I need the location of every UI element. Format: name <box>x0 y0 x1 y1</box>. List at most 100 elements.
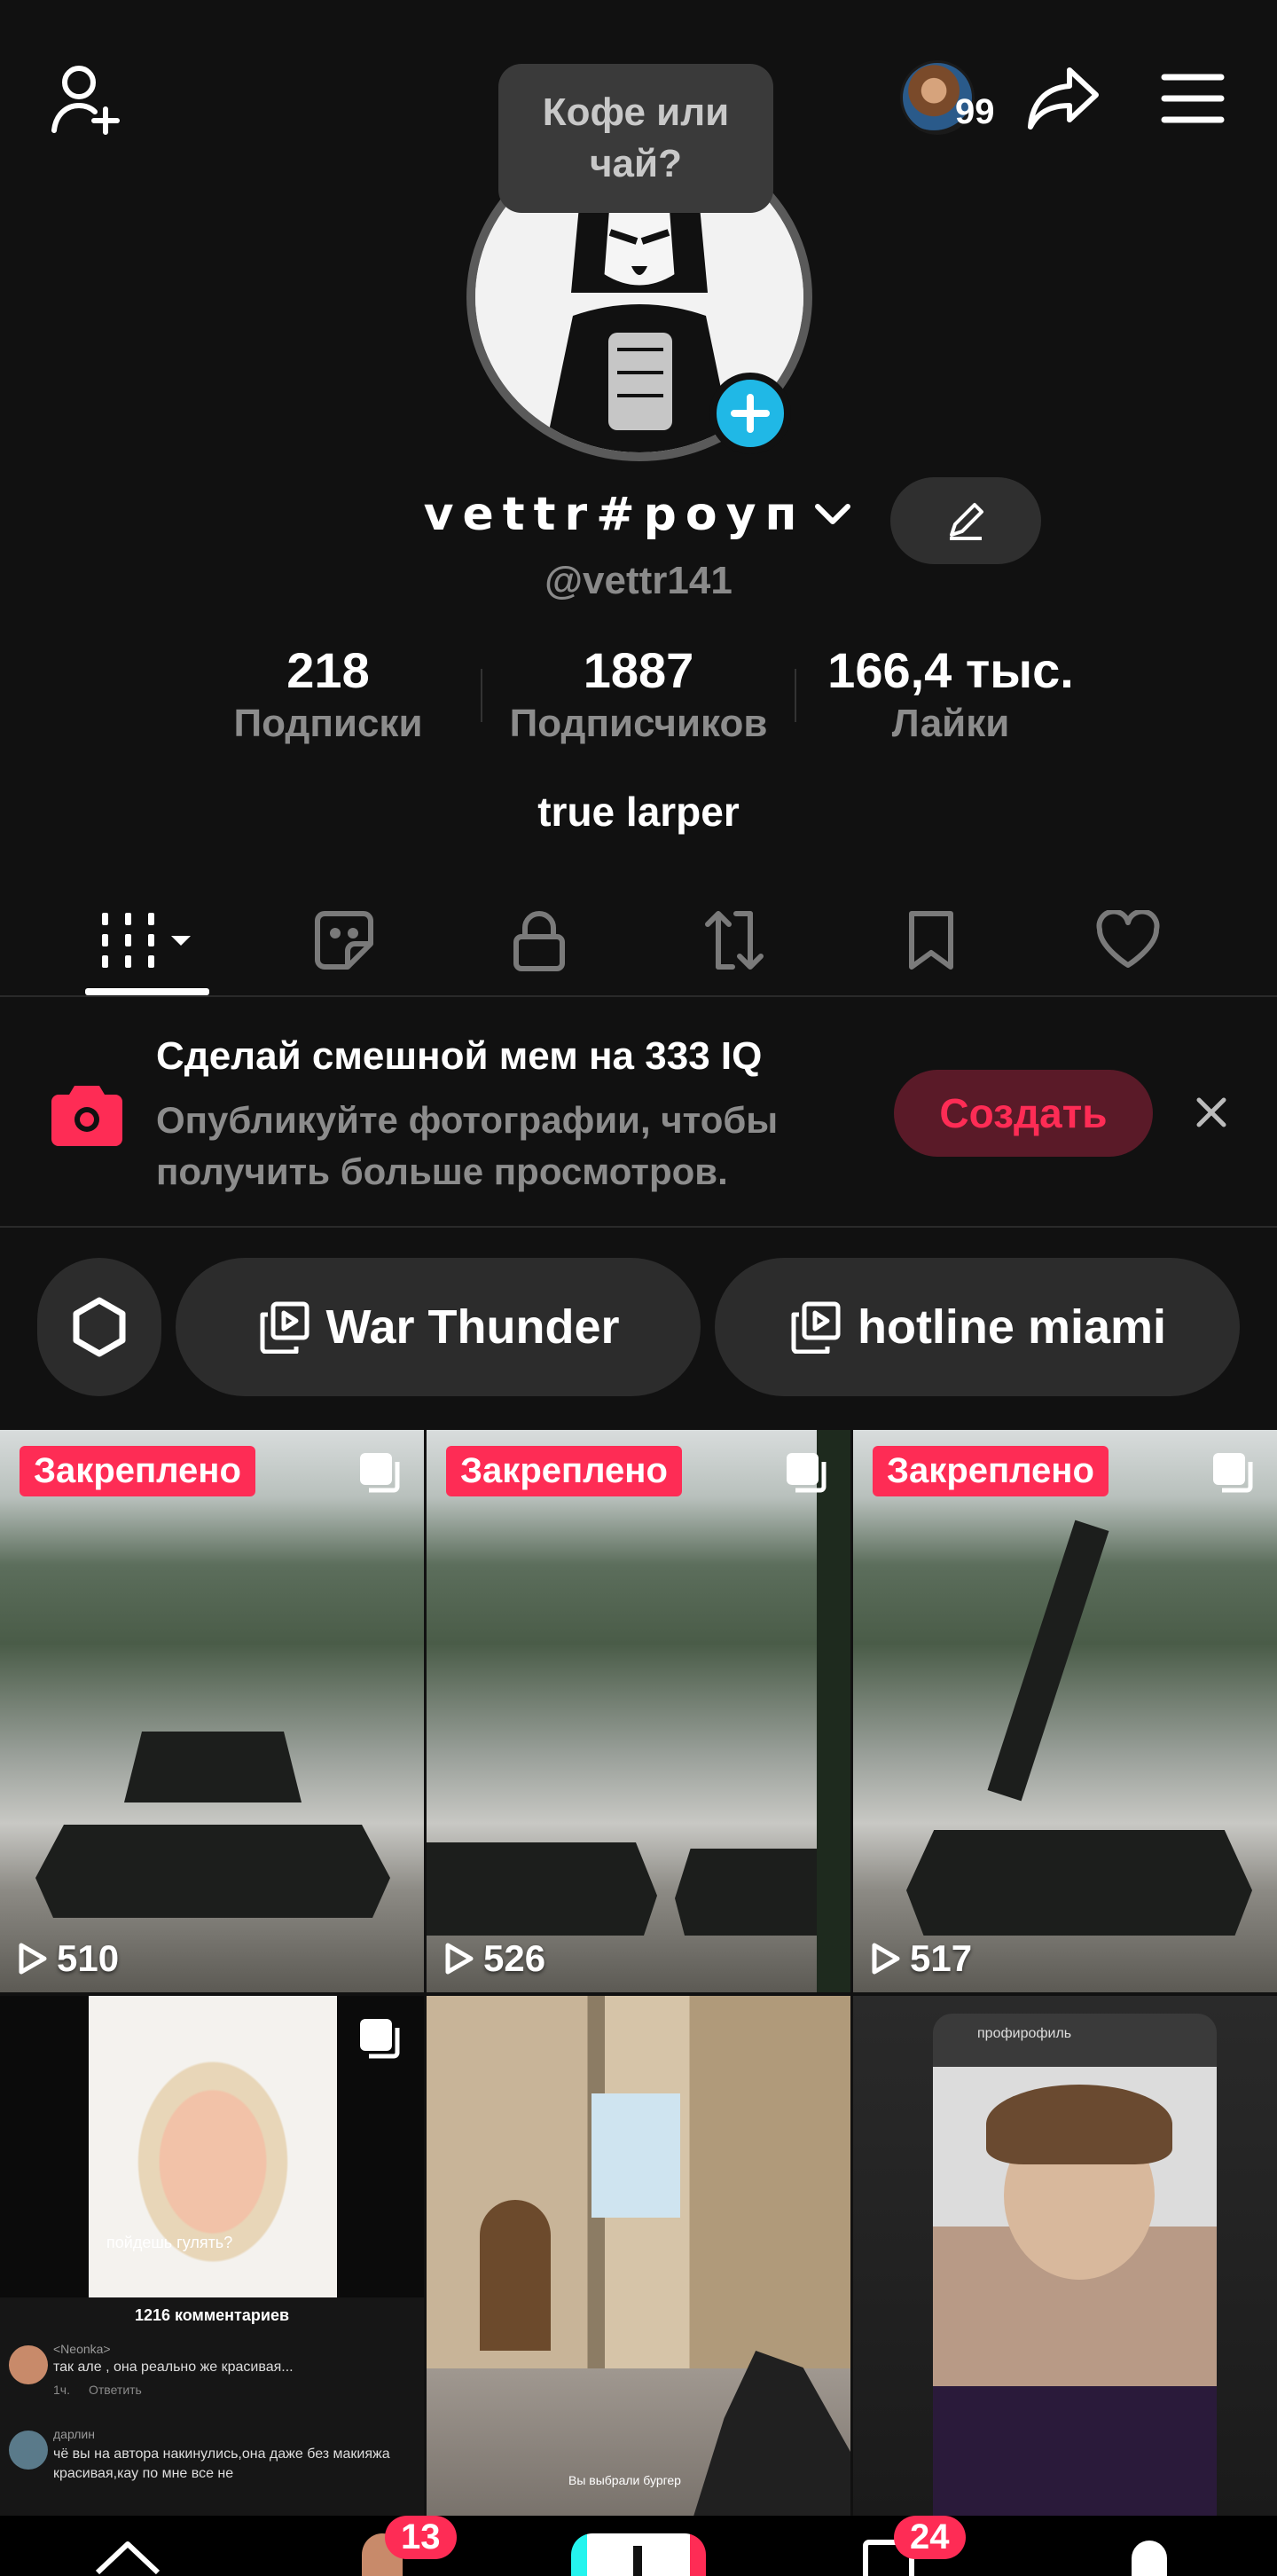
stat-divider <box>481 669 482 722</box>
bookmark-icon <box>909 911 953 970</box>
inbox-badge: 13 <box>385 2516 457 2559</box>
tab-stickers[interactable] <box>273 887 415 993</box>
tank-turret <box>124 1732 302 1802</box>
username-handle: @vettr141 <box>544 559 733 602</box>
sky-area <box>591 2093 680 2218</box>
hair-shape <box>986 2085 1172 2164</box>
pencil-icon <box>950 503 983 540</box>
promo-banner: Сделай смешной мем на 333 IQ Опубликуйте… <box>0 999 1277 1228</box>
promo-subtitle: Опубликуйте фотографии, чтобы получить б… <box>156 1099 779 1192</box>
comments-header: 1216 комментариев <box>134 2306 290 2324</box>
close-icon <box>1196 1097 1226 1127</box>
stat-divider <box>795 669 796 722</box>
playlist-chip[interactable]: hotline miami <box>715 1258 1240 1396</box>
home-icon[interactable] <box>92 2537 163 2576</box>
comment-author: <Neonka> <box>53 2342 111 2356</box>
view-count: 510 <box>18 1937 119 1980</box>
menu-button[interactable] <box>1153 59 1233 138</box>
plus-icon <box>633 2546 642 2576</box>
playlist-chip[interactable]: War Thunder <box>176 1258 701 1396</box>
video-tile[interactable]: Закреплено 526 <box>427 1430 850 1992</box>
share-icon <box>1028 67 1099 130</box>
repost-icon <box>705 911 764 970</box>
pinned-badge: Закреплено <box>20 1446 255 1496</box>
tab-favorites[interactable] <box>860 887 1002 993</box>
chevron-down-icon <box>815 504 851 524</box>
comment-time: 1ч. <box>53 2383 70 2397</box>
multi-photo-icon <box>360 1453 400 1493</box>
video-caption: пойдешь гулять? <box>106 2234 233 2251</box>
comments-overlay: 1216 комментариев <Neonka> так але , она… <box>0 2297 424 2519</box>
promo-title: Сделай смешной мем на 333 IQ <box>156 1034 763 1078</box>
video-caption: профирофиль <box>977 2026 1072 2041</box>
view-count-value: 517 <box>910 1937 973 1979</box>
profile-bio: true larper <box>537 789 740 835</box>
story-viewers[interactable]: 99 <box>900 60 1007 135</box>
sticker-icon <box>315 911 373 970</box>
display-name-row[interactable]: vettr#роуп <box>0 488 1277 541</box>
add-story-button[interactable] <box>709 373 791 454</box>
playlist-settings-button[interactable] <box>37 1258 161 1396</box>
edit-profile-button[interactable] <box>890 477 1041 564</box>
play-icon <box>445 1943 474 1975</box>
tab-videos[interactable] <box>76 887 218 993</box>
add-friend-button[interactable] <box>46 59 126 138</box>
plus-icon <box>731 394 770 433</box>
stat-followers[interactable]: 1887 Подписчиков <box>497 642 780 749</box>
heart-icon <box>1096 910 1160 968</box>
view-count: 517 <box>871 1937 972 1980</box>
multi-photo-icon <box>1213 1453 1253 1493</box>
video-tile[interactable]: пойдешь гулять? 1216 комментариев <Neonk… <box>0 1996 424 2519</box>
hamburger-icon <box>1161 74 1225 123</box>
view-count: 526 <box>444 1937 545 1980</box>
tab-reposts[interactable] <box>663 887 805 993</box>
note-text: Кофе или чай? <box>542 90 730 185</box>
pinned-badge: Закреплено <box>446 1446 682 1496</box>
active-tab-indicator <box>85 988 209 995</box>
stat-label: Лайки <box>891 702 1010 745</box>
profile-stats: 218 Подписки 1887 Подписчиков 166,4 тыс.… <box>0 642 1277 758</box>
stat-value: 166,4 тыс. <box>827 642 1074 698</box>
stat-value: 218 <box>286 642 370 698</box>
split-divider <box>817 1430 850 1992</box>
reply-link: Ответить <box>89 2383 142 2397</box>
pinned-badge: Закреплено <box>873 1446 1109 1496</box>
profile-nav-icon[interactable] <box>1132 2541 1167 2576</box>
avatar <box>9 2431 48 2470</box>
comment-author: дарлин <box>53 2427 95 2441</box>
video-caption: Вы выбрали бургер <box>568 2473 681 2487</box>
playlist-label: War Thunder <box>325 1300 620 1354</box>
video-tile[interactable]: Вы выбрали бургер <box>427 1996 850 2519</box>
comment-text: чё вы на автора накинулись,она даже без … <box>53 2446 390 2481</box>
tab-liked[interactable] <box>1057 887 1199 993</box>
story-count: 99 <box>955 92 995 131</box>
stat-label: Подписчиков <box>509 702 768 745</box>
display-name: vettr#роуп <box>423 488 806 541</box>
tab-private[interactable] <box>468 887 610 993</box>
avatar <box>9 2345 48 2384</box>
video-tile[interactable]: Закреплено 517 <box>853 1430 1277 1992</box>
note-bubble[interactable]: Кофе или чай? <box>498 64 773 213</box>
create-button[interactable]: Создать <box>894 1070 1153 1157</box>
stat-value: 1887 <box>583 642 694 698</box>
video-tile[interactable]: профирофиль <box>853 1996 1277 2519</box>
playlist-icon <box>791 1301 841 1354</box>
playlist-label: hotline miami <box>857 1300 1167 1354</box>
hexagon-settings-icon <box>73 1297 126 1357</box>
stat-likes[interactable]: 166,4 тыс. Лайки <box>798 642 1103 749</box>
grid-videos-icon <box>102 913 191 968</box>
video-tile[interactable]: Закреплено 510 <box>0 1430 424 1992</box>
comment-text: так але , она реально же красивая... <box>53 2360 294 2375</box>
stat-following[interactable]: 218 Подписки <box>213 642 443 749</box>
multi-photo-icon <box>787 1453 827 1493</box>
share-button[interactable] <box>1020 59 1109 138</box>
view-count-value: 510 <box>57 1937 120 1979</box>
close-promo-button[interactable] <box>1187 1088 1236 1137</box>
door-shape <box>480 2200 551 2351</box>
bottom-navigation: 13 24 <box>0 2516 1277 2576</box>
view-count-value: 526 <box>483 1937 546 1979</box>
profile-tabs <box>0 887 1277 997</box>
camera-icon <box>51 1086 122 1146</box>
add-person-icon <box>51 66 120 135</box>
lock-icon <box>513 911 565 971</box>
